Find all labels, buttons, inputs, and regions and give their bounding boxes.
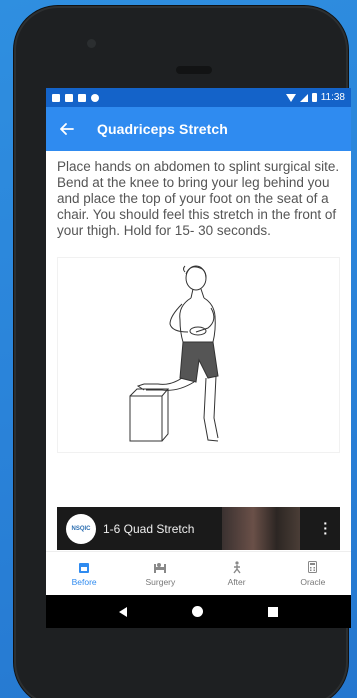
status-time: 11:38 — [320, 92, 345, 103]
nav-label-before: Before — [71, 576, 97, 587]
sync-icon — [91, 93, 99, 102]
earpiece-speaker — [176, 66, 212, 74]
page-title: Quadriceps Stretch — [97, 121, 228, 137]
phone-frame: 11:38 Quadriceps Stretch Place hands on … — [14, 6, 351, 698]
channel-logo: NSQIC — [66, 513, 96, 544]
nav-label-after: After — [227, 576, 246, 587]
nav-item-before[interactable]: Before — [46, 552, 122, 595]
nav-label-surgery: Surgery — [145, 576, 176, 587]
exercise-description: Place hands on abdomen to splint surgica… — [57, 159, 340, 238]
arrow-left-icon — [60, 123, 74, 135]
calendar-icon — [79, 562, 90, 573]
signal-icon — [299, 93, 308, 102]
exercise-illustration — [57, 257, 340, 453]
video-title: 1-6 Quad Stretch — [103, 521, 195, 536]
nav-item-oracle[interactable]: Oracle — [275, 552, 351, 595]
system-home-icon[interactable] — [191, 606, 203, 617]
hospital-bed-icon — [154, 562, 167, 573]
video-player[interactable]: NSQIC 1-6 Quad Stretch · · · — [57, 507, 340, 550]
wifi-icon — [285, 93, 296, 102]
bottom-navigation: Before Surgery After Oracle — [46, 551, 351, 595]
nav-item-surgery[interactable]: Surgery — [122, 552, 198, 595]
status-bar: 11:38 — [46, 88, 351, 107]
calculator-icon — [308, 561, 318, 573]
quad-stretch-drawing — [129, 265, 219, 442]
app-notification-icon — [65, 93, 73, 102]
walking-person-icon — [233, 560, 241, 573]
more-vertical-icon[interactable]: · · · — [323, 516, 328, 540]
exercise-content: Place hands on abdomen to splint surgica… — [46, 151, 351, 453]
app-screen: 11:38 Quadriceps Stretch Place hands on … — [46, 88, 351, 628]
app-bar: Quadriceps Stretch — [46, 107, 351, 151]
system-recents-icon[interactable] — [268, 606, 279, 617]
battery-icon — [311, 93, 317, 102]
video-thumbnail — [222, 507, 300, 550]
nav-label-oracle: Oracle — [300, 576, 326, 587]
nav-item-after[interactable]: After — [199, 552, 275, 595]
sim-card-icon — [78, 93, 86, 102]
system-navigation-bar — [46, 595, 351, 628]
back-button[interactable] — [56, 118, 78, 140]
front-camera — [87, 39, 96, 48]
system-back-icon[interactable] — [118, 606, 127, 617]
shield-notification-icon — [52, 93, 60, 102]
